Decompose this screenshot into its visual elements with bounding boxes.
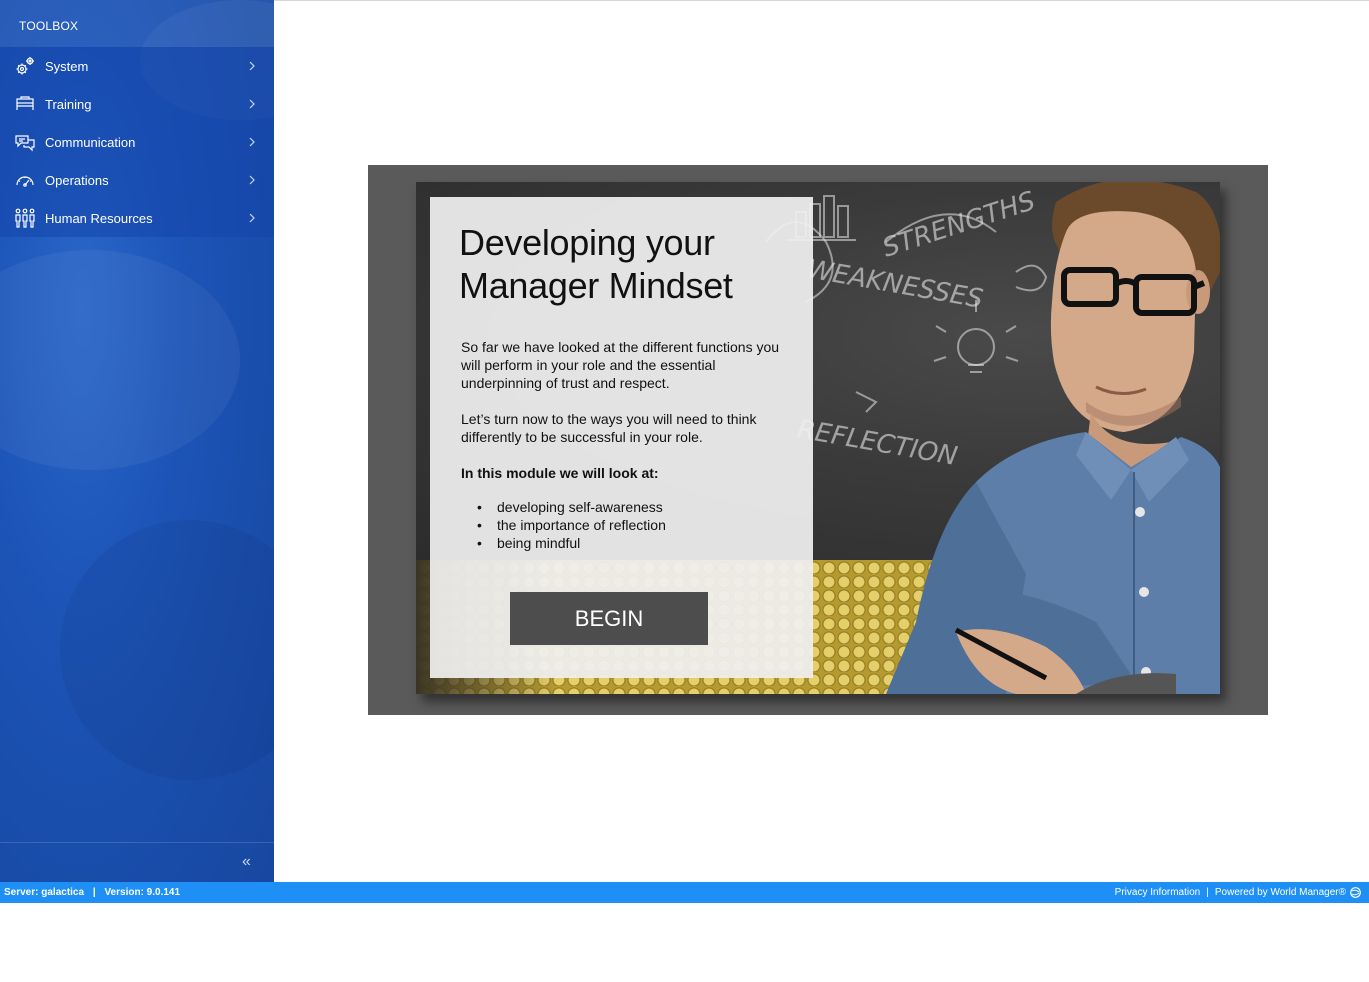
sidebar: TOOLBOX System Training Communication Op… — [0, 0, 274, 882]
people-icon — [14, 207, 36, 229]
sidebar-item-operations[interactable]: Operations — [0, 161, 274, 199]
intro-paragraph: Let’s turn now to the ways you will need… — [461, 411, 757, 445]
chevron-right-icon — [249, 173, 256, 187]
chevron-right-icon — [249, 135, 256, 149]
server-label: Server: galactica — [4, 887, 85, 898]
privacy-link[interactable]: Privacy Information — [1115, 887, 1201, 898]
list-item: being mindful — [461, 534, 666, 552]
list-item: the importance of reflection — [461, 516, 666, 534]
chevron-right-icon — [249, 211, 256, 225]
footer-links: Privacy Information | Powered by World M… — [1115, 887, 1361, 898]
intro-paragraph: So far we have looked at the different f… — [461, 339, 780, 391]
collapse-sidebar-icon[interactable]: « — [242, 854, 256, 870]
sidebar-item-human-resources[interactable]: Human Resources — [0, 199, 274, 237]
sidebar-collapse-bar: « — [0, 842, 274, 882]
world-manager-logo-icon — [1350, 887, 1361, 898]
begin-button[interactable]: BEGIN — [510, 592, 708, 645]
sidebar-item-label: Human Resources — [45, 210, 153, 226]
status-footer: Server: galactica | Version: 9.0.141 Pri… — [0, 882, 1369, 903]
chat-bubbles-icon — [14, 131, 36, 153]
sidebar-bg-shape — [0, 250, 240, 470]
sidebar-menu: System Training Communication Operations… — [0, 47, 274, 237]
training-desk-icon — [14, 93, 36, 115]
chevron-right-icon — [249, 59, 256, 73]
sidebar-item-training[interactable]: Training — [0, 85, 274, 123]
course-slide: STRENGTHS WEAKNESSES REFLECTION Developi… — [416, 182, 1220, 694]
sidebar-item-label: Communication — [45, 134, 136, 150]
sidebar-bg-shape — [60, 520, 274, 780]
separator: | — [92, 887, 96, 898]
gears-icon — [14, 55, 36, 77]
module-topics-list: developing self-awareness the importance… — [461, 498, 666, 552]
intro-text-card: Developing your Manager Mindset So far w… — [430, 197, 813, 678]
top-divider — [274, 0, 1369, 1]
version-label: Version: 9.0.141 — [104, 887, 181, 898]
sidebar-item-system[interactable]: System — [0, 47, 274, 85]
sidebar-item-label: Training — [45, 96, 92, 112]
separator: | — [1206, 887, 1209, 898]
sidebar-item-label: Operations — [45, 172, 109, 188]
speedometer-icon — [14, 169, 36, 191]
course-player: STRENGTHS WEAKNESSES REFLECTION Developi… — [368, 165, 1268, 715]
student-illustration — [886, 182, 1220, 694]
sidebar-item-label: System — [45, 58, 89, 74]
powered-by-link[interactable]: Powered by World Manager® — [1215, 887, 1346, 898]
sidebar-item-communication[interactable]: Communication — [0, 123, 274, 161]
chevron-right-icon — [249, 97, 256, 111]
server-info: Server: galactica | Version: 9.0.141 — [4, 887, 180, 898]
slide-title: Developing your Manager Mindset — [459, 222, 733, 306]
module-heading: In this module we will look at: — [461, 465, 659, 481]
sidebar-title: TOOLBOX — [0, 0, 274, 47]
student-photo — [836, 182, 1220, 694]
list-item: developing self-awareness — [461, 498, 666, 516]
